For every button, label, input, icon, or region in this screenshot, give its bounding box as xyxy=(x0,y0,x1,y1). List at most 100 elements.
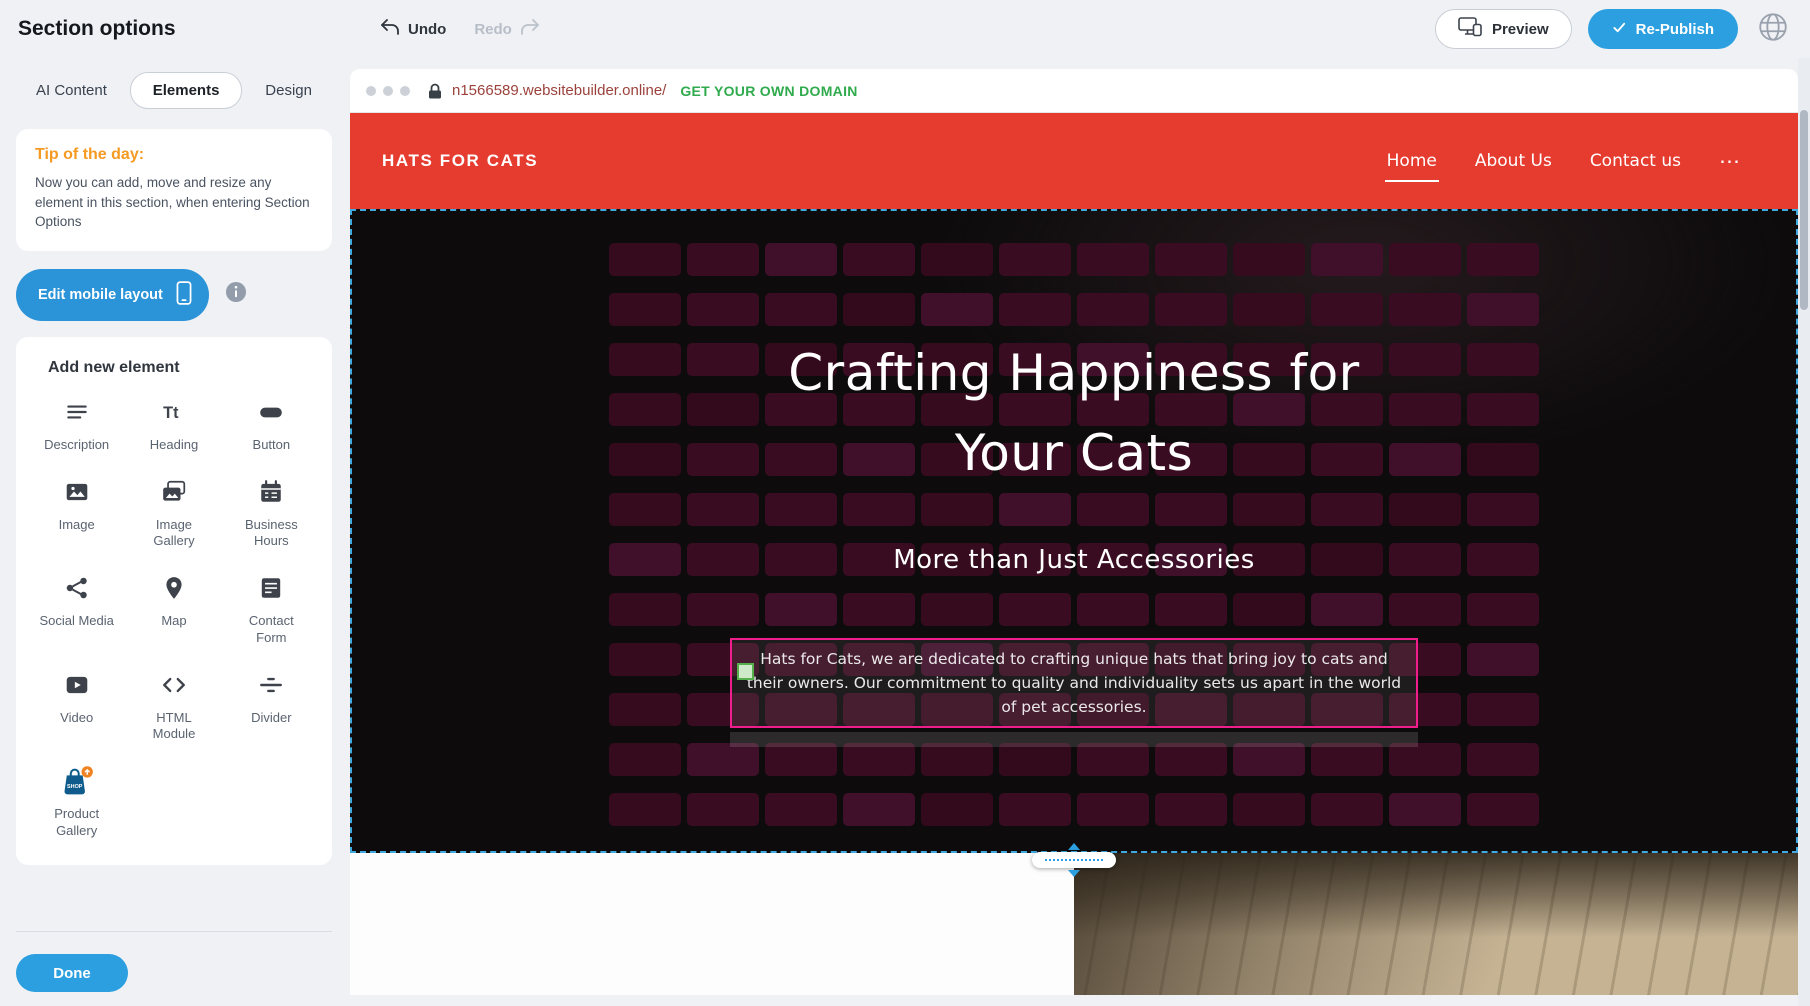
edit-mobile-layout-button[interactable]: Edit mobile layout xyxy=(16,269,209,321)
republish-button[interactable]: Re-Publish xyxy=(1588,9,1738,49)
info-icon xyxy=(225,281,247,308)
site-header[interactable]: HATS FOR CATS Home About Us Contact us ⋯ xyxy=(350,113,1798,209)
undo-label: Undo xyxy=(408,21,446,38)
next-section-blank[interactable] xyxy=(350,853,1074,995)
sidebar-tabs: AI Content Elements Design xyxy=(16,72,332,109)
cobblestone-photo[interactable] xyxy=(1074,853,1798,995)
preview-button[interactable]: Preview xyxy=(1435,9,1572,49)
element-label: Map xyxy=(161,613,186,629)
redo-icon xyxy=(520,19,540,39)
hero-body-text: Hats for Cats, we are dedicated to craft… xyxy=(747,647,1402,719)
preview-label: Preview xyxy=(1492,21,1549,38)
divider-icon xyxy=(258,672,284,703)
app: Section options Undo Redo Preview Re-Pub… xyxy=(0,0,1810,1006)
undo-button[interactable]: Undo xyxy=(380,19,446,39)
republish-label: Re-Publish xyxy=(1636,21,1714,38)
mobile-layout-info-button[interactable] xyxy=(225,281,247,308)
tab-elements[interactable]: Elements xyxy=(130,72,243,109)
svg-text:Tt: Tt xyxy=(163,404,179,422)
element-label: Business Hours xyxy=(233,517,309,550)
window-dot xyxy=(383,86,393,96)
element-label: Image Gallery xyxy=(136,517,212,550)
map-icon xyxy=(161,575,187,606)
element-label: Image xyxy=(59,517,95,533)
add-element-panel: Add new element Description Tt Heading B… xyxy=(16,337,332,865)
hero-section-selected[interactable]: Crafting Happiness for Your Cats More th… xyxy=(350,209,1798,853)
sidebar-bottom: Done xyxy=(16,913,332,992)
heading-icon: Tt xyxy=(161,399,187,430)
page-scrollbar xyxy=(1798,58,1810,1006)
window-dot xyxy=(366,86,376,96)
hero-text-element-selected[interactable]: Hats for Cats, we are dedicated to craft… xyxy=(730,638,1418,728)
nav-contact-us[interactable]: Contact us xyxy=(1590,151,1681,171)
add-element-title: Add new element xyxy=(48,359,320,377)
resize-dotted-line xyxy=(1045,859,1103,861)
element-label: Product Gallery xyxy=(39,806,115,839)
social-media-icon xyxy=(64,575,90,606)
site-logo[interactable]: HATS FOR CATS xyxy=(382,151,538,171)
tip-of-the-day-card: Tip of the day: Now you can add, move an… xyxy=(16,129,332,251)
language-globe-button[interactable] xyxy=(1756,10,1790,49)
element-contact-form[interactable]: Contact Form xyxy=(223,575,320,646)
element-label: Button xyxy=(253,437,291,453)
svg-text:SHOP: SHOP xyxy=(67,784,83,790)
element-button[interactable]: Button xyxy=(223,399,320,453)
product-gallery-icon: SHOP xyxy=(60,768,94,799)
element-grid: Description Tt Heading Button Image Imag… xyxy=(28,399,320,839)
resize-arrow-down-icon xyxy=(1068,870,1080,877)
button-icon xyxy=(258,399,284,430)
element-ghost-strip xyxy=(730,732,1418,747)
redo-button[interactable]: Redo xyxy=(474,19,540,39)
image-icon xyxy=(64,479,90,510)
window-dots xyxy=(366,86,410,96)
element-html-module[interactable]: HTML Module xyxy=(125,672,222,743)
site-url: n1566589.websitebuilder.online/ xyxy=(452,82,666,99)
element-video[interactable]: Video xyxy=(28,672,125,743)
element-business-hours[interactable]: Business Hours xyxy=(223,479,320,550)
element-divider[interactable]: Divider xyxy=(223,672,320,743)
undo-redo-group: Undo Redo xyxy=(380,19,540,39)
nav-about-us[interactable]: About Us xyxy=(1475,151,1552,171)
element-label: HTML Module xyxy=(136,710,212,743)
element-heading[interactable]: Tt Heading xyxy=(125,399,222,453)
get-domain-link[interactable]: GET YOUR OWN DOMAIN xyxy=(680,83,857,99)
description-icon xyxy=(64,399,90,430)
site-nav: Home About Us Contact us ⋯ xyxy=(1387,151,1740,172)
nav-more-icon[interactable]: ⋯ xyxy=(1719,151,1740,172)
element-label: Heading xyxy=(150,437,198,453)
element-description[interactable]: Description xyxy=(28,399,125,453)
element-drag-handle[interactable] xyxy=(737,663,754,680)
element-map[interactable]: Map xyxy=(125,575,222,646)
phone-icon xyxy=(175,281,193,309)
site-viewport: HATS FOR CATS Home About Us Contact us ⋯… xyxy=(350,113,1798,995)
tip-body: Now you can add, move and resize any ele… xyxy=(35,173,313,232)
element-product-gallery[interactable]: SHOP Product Gallery xyxy=(28,768,125,839)
resize-handle-pill xyxy=(1032,852,1116,868)
topbar: Section options Undo Redo Preview Re-Pub… xyxy=(0,0,1810,58)
element-image[interactable]: Image xyxy=(28,479,125,550)
resize-arrow-up-icon xyxy=(1068,843,1080,850)
scrollbar-thumb[interactable] xyxy=(1800,110,1808,310)
tab-ai-content[interactable]: AI Content xyxy=(30,73,113,108)
mobile-layout-row: Edit mobile layout xyxy=(16,269,332,321)
business-hours-icon xyxy=(258,479,284,510)
hero-subheading[interactable]: More than Just Accessories xyxy=(352,545,1796,575)
globe-icon xyxy=(1756,10,1790,49)
hero-heading[interactable]: Crafting Happiness for Your Cats xyxy=(729,333,1419,493)
edit-mobile-label: Edit mobile layout xyxy=(38,287,163,303)
element-social-media[interactable]: Social Media xyxy=(28,575,125,646)
preview-devices-icon xyxy=(1458,17,1482,41)
contact-form-icon xyxy=(258,575,284,606)
tab-design[interactable]: Design xyxy=(259,73,318,108)
nav-home[interactable]: Home xyxy=(1387,151,1437,171)
sidebar-divider xyxy=(16,931,332,932)
done-button[interactable]: Done xyxy=(16,954,128,992)
element-label: Video xyxy=(60,710,93,726)
element-label: Contact Form xyxy=(233,613,309,646)
preview-area: n1566589.websitebuilder.online/ GET YOUR… xyxy=(350,58,1798,1006)
element-image-gallery[interactable]: Image Gallery xyxy=(125,479,222,550)
section-resize-handle[interactable] xyxy=(1032,843,1116,877)
browser-bar: n1566589.websitebuilder.online/ GET YOUR… xyxy=(350,69,1798,113)
lock-icon xyxy=(428,83,442,99)
window-dot xyxy=(400,86,410,96)
